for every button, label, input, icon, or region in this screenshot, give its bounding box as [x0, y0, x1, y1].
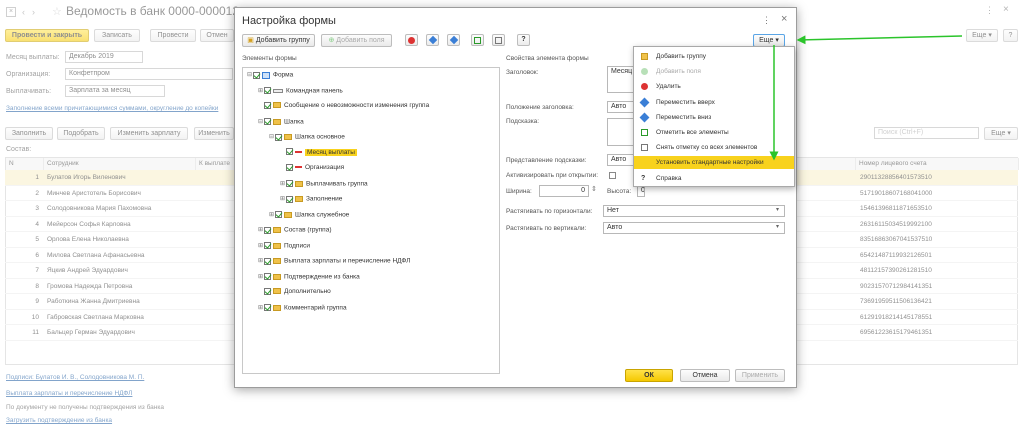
annotation-arrows: [769, 35, 963, 161]
arrow-to-more-button: [796, 35, 963, 45]
